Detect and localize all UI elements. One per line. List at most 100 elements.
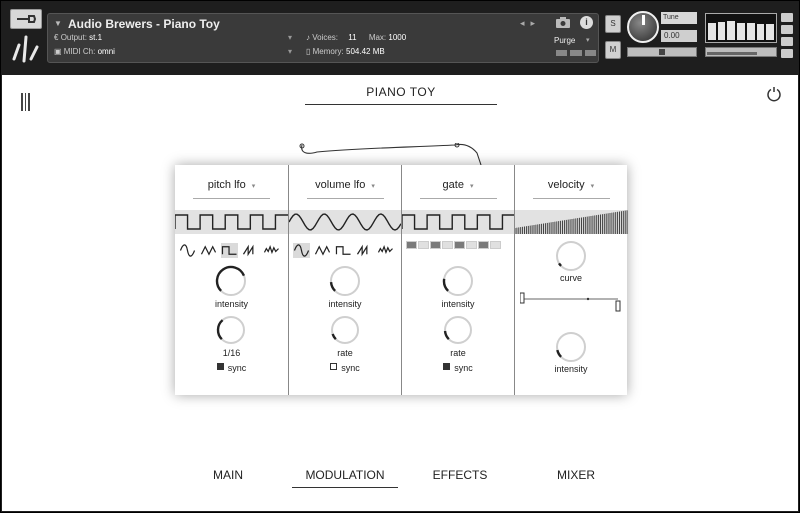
wave-shape-button[interactable]: [242, 243, 259, 258]
wrench-button[interactable]: [10, 9, 42, 29]
wave-shape-button[interactable]: [263, 243, 280, 258]
tab-mixer[interactable]: MIXER: [530, 468, 622, 487]
instrument-panel: PIANO TOY pitch lfo ▾ intensity 1/16 sync vol…: [2, 75, 798, 511]
max-voices-value[interactable]: 1000: [388, 33, 406, 42]
velocity-curve-graph[interactable]: [520, 289, 622, 313]
gate-step[interactable]: [454, 241, 465, 249]
wave-shape-icon: [242, 244, 254, 257]
wave-shape-button[interactable]: [200, 243, 217, 258]
waveform-graph: [288, 213, 402, 231]
page-title: PIANO TOY: [305, 85, 497, 105]
prev-next-arrows[interactable]: ◂▸: [520, 18, 541, 29]
wave-shape-button[interactable]: [335, 243, 352, 258]
gate-step-sequencer: [406, 241, 501, 249]
knob-label: intensity: [441, 299, 475, 309]
sync-toggle[interactable]: sync: [402, 363, 514, 373]
knob-intensity[interactable]: [442, 265, 474, 297]
output-icon: €: [54, 33, 59, 42]
wave-shape-icon: [200, 245, 217, 256]
waveform-display: [174, 210, 288, 234]
sync-toggle[interactable]: sync: [289, 363, 401, 373]
reset-icon[interactable]: [766, 86, 782, 102]
knob-label: intensity: [214, 299, 249, 309]
gate-step[interactable]: [406, 241, 417, 249]
purge-button[interactable]: Purge: [554, 36, 575, 45]
modulation-card: pitch lfo ▾ intensity 1/16 sync volume lfo ▾ in…: [174, 165, 628, 395]
info-icon[interactable]: i: [580, 16, 593, 29]
mod-source-dropdown[interactable]: gate ▾: [402, 179, 514, 199]
memory-value: 504.42 MB: [346, 47, 385, 56]
tab-modulation[interactable]: MODULATION: [292, 468, 398, 488]
wave-shape-selector: [293, 243, 394, 258]
mod-source-dropdown[interactable]: velocity ▾: [515, 179, 627, 199]
gate-step[interactable]: [490, 241, 501, 249]
mod-source-label: volume lfo: [315, 179, 366, 191]
knob-label: curve: [559, 273, 582, 283]
purge-dropdown-arrow[interactable]: ▾: [586, 36, 590, 44]
sync-label: sync: [227, 363, 247, 373]
knob-intensity[interactable]: [555, 331, 587, 363]
instrument-name[interactable]: Audio Brewers - Piano Toy: [68, 17, 220, 31]
meter-bar: [746, 23, 755, 40]
collapse-arrow-icon[interactable]: ▼: [54, 19, 62, 28]
waveform-line: [288, 213, 402, 231]
dropdown-underline: [420, 198, 497, 199]
wave-shape-button[interactable]: [356, 243, 373, 258]
wave-shape-button[interactable]: [314, 243, 331, 258]
wave-shape-icon: [314, 245, 331, 256]
meter-bar: [708, 23, 716, 40]
output-dropdown-arrow[interactable]: ▾: [288, 33, 292, 42]
tune-value[interactable]: 0.00: [661, 30, 697, 42]
gate-step[interactable]: [442, 241, 453, 249]
midi-dropdown-arrow[interactable]: ▾: [288, 47, 292, 56]
knob-116[interactable]: [216, 315, 246, 345]
output-row[interactable]: € Output: st.1: [54, 33, 102, 42]
knob-curve[interactable]: [555, 240, 587, 272]
knob-intensity[interactable]: [329, 265, 361, 297]
knob-label: rate: [337, 348, 353, 358]
mod-source-dropdown[interactable]: volume lfo ▾: [289, 179, 401, 199]
mod-source-dropdown[interactable]: pitch lfo ▾: [175, 179, 288, 199]
tune-knob[interactable]: [627, 11, 659, 43]
sync-checkbox[interactable]: [443, 363, 451, 370]
midi-icon: ▣: [54, 47, 62, 56]
wave-shape-button[interactable]: [293, 243, 310, 258]
wave-shape-button[interactable]: [377, 243, 394, 258]
sync-checkbox[interactable]: [216, 363, 224, 370]
solo-button[interactable]: S: [605, 15, 621, 33]
knob-intensity[interactable]: [215, 265, 247, 297]
pv-button[interactable]: [781, 49, 793, 58]
minimize-instrument-button[interactable]: [781, 25, 793, 34]
mod-source-label: gate: [442, 179, 464, 191]
knob-rate[interactable]: [330, 315, 360, 345]
knob-label: 1/16: [222, 348, 241, 358]
gate-step[interactable]: [466, 241, 477, 249]
wave-shape-button[interactable]: [221, 243, 238, 258]
wave-shape-button[interactable]: [179, 243, 196, 258]
mini-level-bars: [556, 50, 596, 56]
pan-slider[interactable]: [627, 47, 697, 57]
camera-icon[interactable]: [556, 17, 570, 28]
sync-toggle[interactable]: sync: [175, 363, 288, 373]
waveform-display: [514, 210, 628, 234]
wave-shape-icon: [335, 246, 351, 255]
gate-step[interactable]: [430, 241, 441, 249]
aux-button[interactable]: [781, 37, 793, 46]
menu-icon[interactable]: [21, 93, 30, 111]
mute-button[interactable]: M: [605, 41, 621, 59]
midi-row[interactable]: ▣ MIDI Ch: omni: [54, 47, 115, 56]
knob-rate[interactable]: [443, 315, 473, 345]
close-instrument-button[interactable]: [781, 13, 793, 22]
dropdown-underline: [533, 198, 610, 199]
instrument-info-box: ▼ Audio Brewers - Piano Toy € Output: st…: [47, 13, 599, 63]
sync-checkbox[interactable]: [330, 363, 338, 370]
mod-column-gate: gate ▾ intensity rate sync: [401, 165, 515, 395]
gate-step[interactable]: [478, 241, 489, 249]
tab-main[interactable]: MAIN: [182, 468, 274, 487]
volume-slider[interactable]: [705, 47, 777, 57]
tab-effects[interactable]: EFFECTS: [412, 468, 508, 487]
tune-label: Tune: [661, 12, 697, 24]
waveform-graph: [401, 214, 515, 230]
gate-step[interactable]: [418, 241, 429, 249]
mod-source-label: velocity: [547, 179, 585, 191]
